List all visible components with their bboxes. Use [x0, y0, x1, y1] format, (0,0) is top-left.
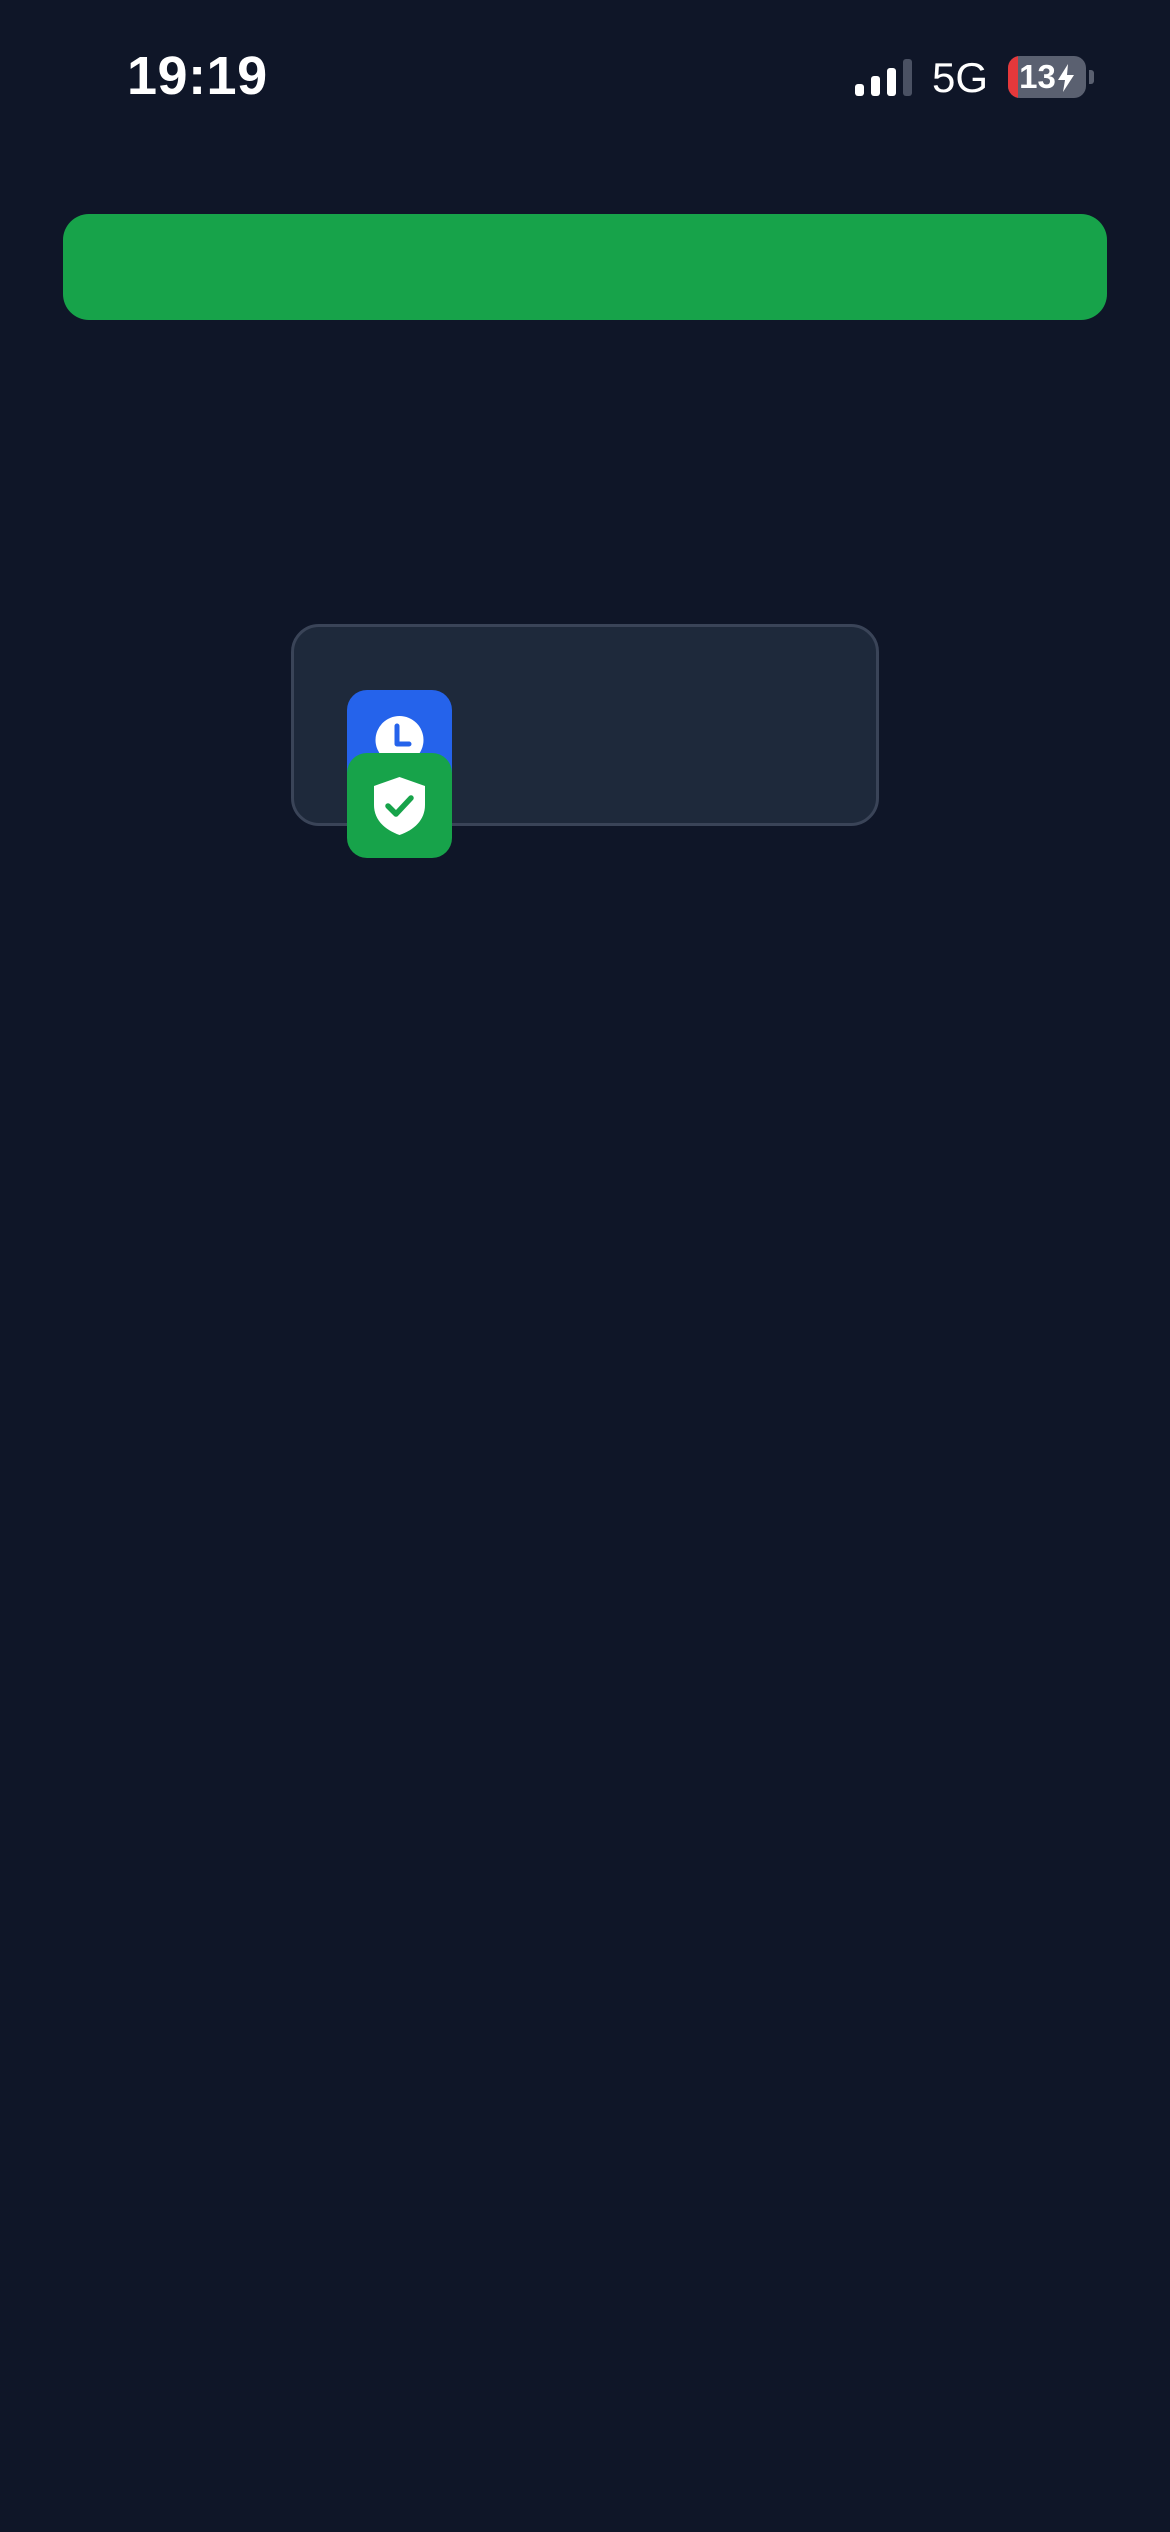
- charging-bolt-icon: [1057, 64, 1074, 92]
- status-bar: 19:19 5G 13: [0, 0, 1170, 150]
- screen: 19:19 5G 13: [0, 0, 1170, 2532]
- battery-level: 13: [1008, 56, 1086, 98]
- battery-icon: 13: [1008, 56, 1086, 98]
- shield-app-tile[interactable]: [347, 753, 452, 858]
- battery-cap: [1089, 70, 1094, 84]
- cellular-signal-icon: [855, 58, 915, 96]
- status-banner[interactable]: [63, 214, 1107, 320]
- status-time: 19:19: [127, 46, 268, 106]
- shield-check-icon: [374, 777, 425, 835]
- battery-level-text: 13: [1019, 58, 1056, 95]
- network-type: 5G: [932, 54, 989, 101]
